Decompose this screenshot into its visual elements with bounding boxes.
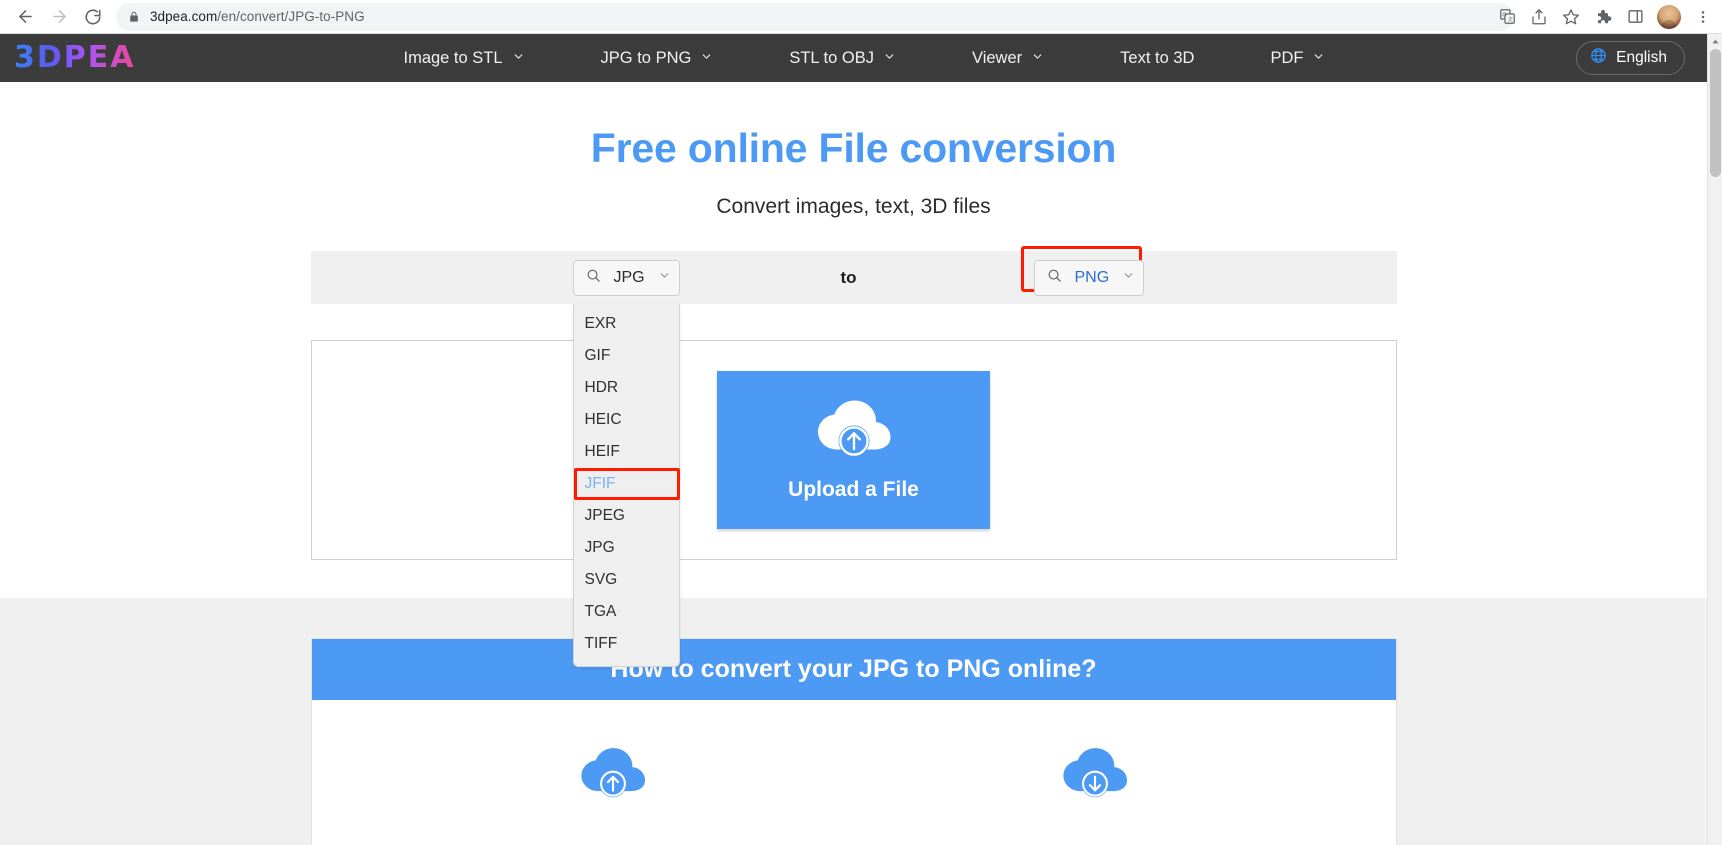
howto-step-1 bbox=[463, 746, 763, 807]
converter-bar: JPG to PNG EXR GIF HDR HEIC HEIF JFIF JP… bbox=[310, 246, 1397, 667]
nav-item-viewer[interactable]: Viewer bbox=[934, 49, 1082, 68]
conversion-to-label: to bbox=[840, 267, 857, 287]
page-scrollbar[interactable] bbox=[1707, 34, 1722, 845]
cloud-download-icon bbox=[1059, 746, 1131, 807]
upload-file-button[interactable]: Upload a File bbox=[717, 371, 990, 529]
chevron-down-icon bbox=[1122, 269, 1135, 287]
nav-label: Viewer bbox=[972, 48, 1023, 67]
format-from-dropdown[interactable]: EXR GIF HDR HEIC HEIF JFIF JPEG JPG SVG … bbox=[572, 304, 680, 667]
url-path: /en/convert/JPG-to-PNG bbox=[217, 9, 365, 24]
dropdown-option-jpeg[interactable]: JPEG bbox=[574, 500, 679, 532]
cloud-upload-icon bbox=[813, 399, 895, 466]
page-content: 3DPEA Image to STL JPG to PNG STL to OBJ… bbox=[0, 34, 1707, 845]
globe-icon bbox=[1590, 47, 1607, 69]
arrow-right-icon bbox=[50, 7, 69, 26]
language-label: English bbox=[1616, 49, 1667, 66]
url-text: 3dpea.com/en/convert/JPG-to-PNG bbox=[150, 9, 365, 24]
site-header: 3DPEA Image to STL JPG to PNG STL to OBJ… bbox=[0, 34, 1707, 82]
howto-title: How to convert your JPG to PNG online? bbox=[311, 639, 1396, 700]
cloud-upload-icon bbox=[577, 746, 649, 807]
nav-item-pdf[interactable]: PDF bbox=[1232, 49, 1363, 68]
scrollbar-thumb[interactable] bbox=[1710, 49, 1721, 177]
chevron-down-icon bbox=[700, 49, 713, 68]
dropdown-option-gif[interactable]: GIF bbox=[574, 340, 679, 372]
nav-label: Image to STL bbox=[403, 48, 503, 67]
page-viewport: 3DPEA Image to STL JPG to PNG STL to OBJ… bbox=[0, 34, 1722, 845]
chrome-menu-icon[interactable] bbox=[1688, 2, 1718, 32]
upload-panel: Upload a File bbox=[310, 340, 1397, 560]
nav-item-image-to-stl[interactable]: Image to STL bbox=[365, 49, 562, 68]
howto-card: How to convert your JPG to PNG online? bbox=[310, 638, 1397, 845]
back-button[interactable] bbox=[8, 0, 42, 34]
format-to-select[interactable]: PNG bbox=[1033, 259, 1144, 296]
nav-label: JPG to PNG bbox=[600, 48, 692, 67]
page-subtitle: Convert images, text, 3D files bbox=[716, 195, 991, 218]
chevron-down-icon bbox=[658, 269, 671, 287]
bookmark-star-icon[interactable] bbox=[1556, 2, 1586, 32]
dropdown-option-tiff[interactable]: TIFF bbox=[574, 628, 679, 660]
svg-text:G: G bbox=[1502, 13, 1506, 19]
share-icon[interactable] bbox=[1524, 2, 1554, 32]
chevron-down-icon bbox=[883, 49, 896, 68]
search-icon bbox=[1047, 268, 1062, 288]
browser-toolbar: 3dpea.com/en/convert/JPG-to-PNG G文 bbox=[0, 0, 1722, 34]
dropdown-option-exr[interactable]: EXR bbox=[574, 308, 679, 340]
nav-label: Text to 3D bbox=[1120, 48, 1195, 67]
site-logo[interactable]: 3DPEA bbox=[14, 43, 135, 73]
upload-button-label: Upload a File bbox=[788, 477, 919, 501]
dropdown-option-jpg[interactable]: JPG bbox=[574, 532, 679, 564]
site-navigation: Image to STL JPG to PNG STL to OBJ Viewe… bbox=[365, 49, 1363, 68]
reload-icon bbox=[84, 8, 102, 26]
howto-steps bbox=[312, 700, 1396, 845]
translate-icon[interactable]: G文 bbox=[1492, 2, 1522, 32]
arrow-left-icon bbox=[16, 7, 35, 26]
chevron-down-icon bbox=[1312, 49, 1325, 68]
dropdown-option-svg[interactable]: SVG bbox=[574, 564, 679, 596]
nav-item-text-to-3d[interactable]: Text to 3D bbox=[1082, 49, 1232, 68]
nav-item-stl-to-obj[interactable]: STL to OBJ bbox=[751, 49, 934, 68]
url-domain: 3dpea.com bbox=[150, 9, 218, 24]
browser-action-icons: G文 bbox=[1492, 0, 1718, 33]
extensions-puzzle-icon[interactable] bbox=[1588, 2, 1618, 32]
reload-button[interactable] bbox=[76, 0, 110, 34]
language-selector[interactable]: English bbox=[1576, 41, 1685, 75]
chevron-down-icon bbox=[1031, 49, 1044, 68]
dropdown-option-hdr[interactable]: HDR bbox=[574, 372, 679, 404]
nav-label: STL to OBJ bbox=[789, 48, 874, 67]
nav-label: PDF bbox=[1270, 48, 1304, 67]
forward-button[interactable] bbox=[42, 0, 76, 34]
address-bar[interactable]: 3dpea.com/en/convert/JPG-to-PNG bbox=[116, 2, 1514, 31]
format-to-value: PNG bbox=[1074, 268, 1110, 286]
dropdown-option-heic[interactable]: HEIC bbox=[574, 404, 679, 436]
page-title: Free online File conversion bbox=[590, 125, 1117, 171]
profile-avatar[interactable] bbox=[1657, 4, 1681, 29]
lock-icon bbox=[128, 11, 140, 23]
nav-item-jpg-to-png[interactable]: JPG to PNG bbox=[563, 49, 752, 68]
hero-section: Free online File conversion Convert imag… bbox=[0, 82, 1707, 219]
converter-section: JPG to PNG EXR GIF HDR HEIC HEIF JFIF JP… bbox=[310, 246, 1397, 667]
format-from-value: JPG bbox=[613, 268, 645, 286]
dropdown-option-heif[interactable]: HEIF bbox=[574, 436, 679, 468]
format-from-select[interactable]: JPG bbox=[572, 259, 680, 296]
chevron-up-icon[interactable] bbox=[1708, 34, 1722, 49]
side-panel-icon[interactable] bbox=[1620, 2, 1650, 32]
dropdown-option-tga[interactable]: TGA bbox=[574, 596, 679, 628]
howto-step-2 bbox=[945, 746, 1245, 807]
search-icon bbox=[586, 268, 601, 288]
dropdown-option-jfif[interactable]: JFIF bbox=[573, 468, 680, 500]
chevron-down-icon bbox=[512, 49, 525, 68]
howto-section: How to convert your JPG to PNG online? bbox=[0, 598, 1707, 845]
